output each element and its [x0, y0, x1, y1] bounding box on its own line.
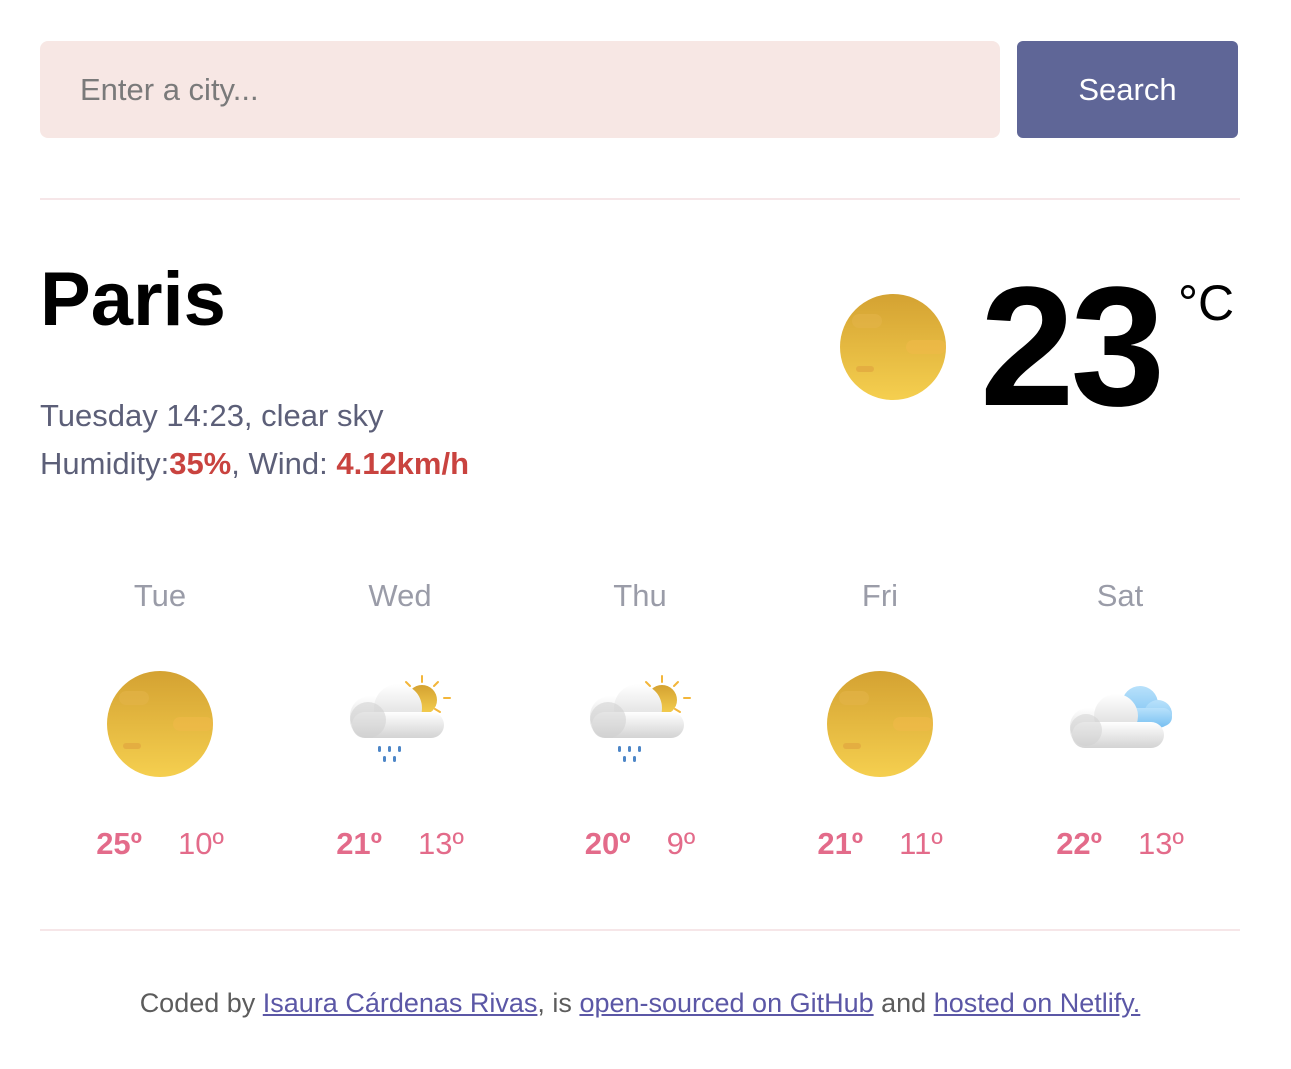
forecast-day-name: Fri — [861, 578, 899, 613]
temperature-unit: °C — [1178, 275, 1235, 331]
search-form: Search — [40, 41, 1240, 138]
forecast-temps: 22º 13º — [1000, 824, 1240, 864]
forecast-day: Wed 21º 13º — [280, 576, 520, 864]
humidity-wind-line: Humidity:35%, Wind: 4.12km/h — [40, 440, 469, 488]
forecast-day: Fri 21º 11º — [760, 576, 1000, 864]
footer-divider — [40, 929, 1240, 931]
footer-prefix: Coded by — [139, 988, 263, 1018]
author-link[interactable]: Isaura Cárdenas Rivas — [263, 988, 538, 1018]
forecast-day-name: Tue — [133, 578, 187, 613]
sun-icon — [827, 671, 933, 777]
forecast-max-temp: 22º — [1056, 826, 1102, 861]
search-button[interactable]: Search — [1017, 41, 1238, 138]
forecast-temps: 20º 9º — [520, 824, 760, 864]
clear-sky-icon — [840, 294, 946, 400]
weather-details: Tuesday 14:23, clear sky Humidity:35%, W… — [40, 392, 469, 488]
forecast: Tue 25º 10º Wed 21º 13º Thu 20º 9º Fri 2… — [40, 576, 1240, 876]
forecast-min-temp: 13º — [418, 826, 464, 861]
forecast-day: Sat 22º 13º — [1000, 576, 1240, 864]
wind-label: , Wind: — [231, 446, 337, 481]
forecast-max-temp: 21º — [817, 826, 864, 861]
rain-cloud-sun-icon — [590, 675, 691, 762]
city-name: Paris — [40, 257, 226, 342]
forecast-temps: 21º 11º — [760, 824, 1000, 864]
forecast-min-temp: 13º — [1138, 826, 1184, 861]
github-link[interactable]: open-sourced on GitHub — [579, 988, 873, 1018]
forecast-temps: 21º 13º — [280, 824, 520, 864]
forecast-day: Tue 25º 10º — [40, 576, 280, 864]
sun-icon — [107, 671, 213, 777]
forecast-day: Thu 20º 9º — [520, 576, 760, 864]
footer: Coded by Isaura Cárdenas Rivas, is open-… — [40, 988, 1240, 1019]
rain-cloud-sun-icon — [350, 675, 451, 762]
cloud-icon — [1070, 686, 1172, 748]
city-search-input[interactable] — [40, 41, 1000, 138]
footer-separator: and — [873, 988, 934, 1018]
humidity-value: 35% — [169, 446, 232, 481]
forecast-max-temp: 25º — [96, 826, 142, 861]
forecast-min-temp: 10º — [178, 826, 224, 861]
forecast-min-temp: 9º — [666, 826, 696, 861]
datetime-description: Tuesday 14:23, clear sky — [40, 398, 384, 433]
humidity-label: Humidity: — [40, 446, 170, 481]
wind-value: 4.12km/h — [336, 446, 470, 481]
forecast-temps: 25º 10º — [40, 824, 280, 864]
forecast-day-name: Sat — [1096, 578, 1144, 613]
footer-separator: , is — [537, 988, 580, 1018]
forecast-min-temp: 11º — [899, 826, 943, 861]
current-temperature: 23 — [980, 252, 1165, 442]
forecast-max-temp: 21º — [336, 826, 382, 861]
forecast-max-temp: 20º — [584, 826, 631, 861]
header-divider — [40, 198, 1240, 200]
forecast-day-name: Wed — [368, 578, 432, 613]
forecast-day-name: Thu — [613, 578, 667, 613]
netlify-link[interactable]: hosted on Netlify. — [934, 988, 1141, 1018]
